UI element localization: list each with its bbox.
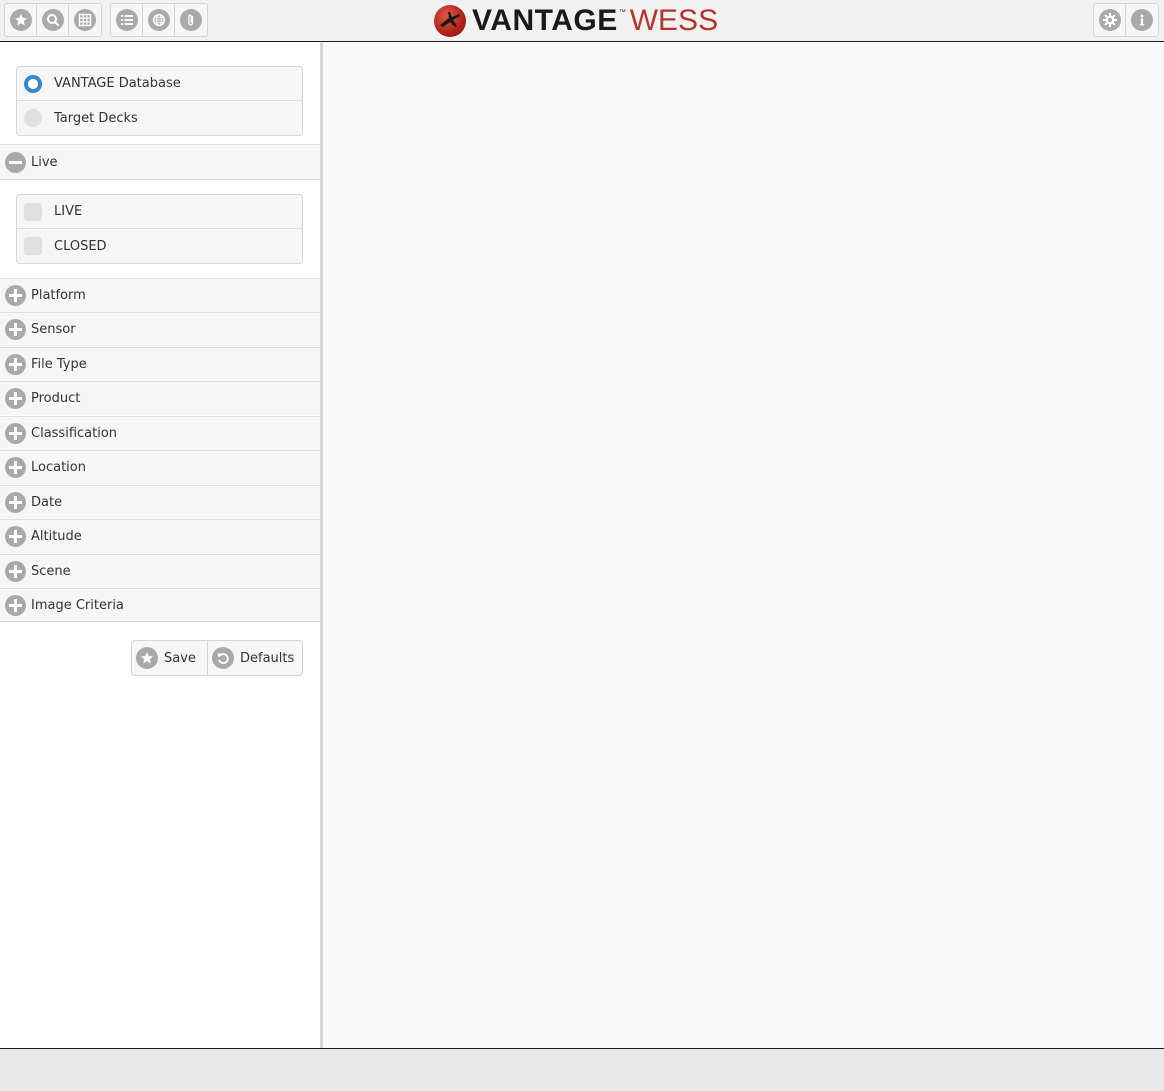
- footer-bar: [0, 1048, 1164, 1091]
- undo-icon: [212, 647, 234, 669]
- section-location[interactable]: Location: [0, 450, 320, 484]
- section-platform[interactable]: Platform: [0, 278, 320, 312]
- grid-icon: [74, 9, 96, 31]
- save-button[interactable]: Save: [132, 641, 208, 675]
- info-button[interactable]: [1126, 4, 1158, 36]
- logo-trademark: ™: [618, 9, 626, 16]
- section-image-criteria[interactable]: Image Criteria: [0, 588, 320, 622]
- expand-icon: [5, 561, 26, 582]
- info-icon: [1131, 9, 1153, 31]
- logo-emblem: [434, 5, 466, 37]
- search-icon: [41, 9, 64, 31]
- radio-unselected-icon: [24, 109, 42, 127]
- grid-view-button[interactable]: [69, 4, 101, 36]
- radio-label: VANTAGE Database: [54, 76, 181, 91]
- section-classification[interactable]: Classification: [0, 416, 320, 450]
- top-toolbar: VANTAGE ™ WESS: [0, 0, 1164, 42]
- list-icon: [115, 9, 138, 31]
- clip-icon: [180, 9, 202, 31]
- checkbox-live[interactable]: LIVE: [17, 195, 302, 229]
- main-content-area: [323, 43, 1164, 1048]
- star-icon: [136, 647, 158, 669]
- section-label: Product: [31, 391, 81, 406]
- search-button[interactable]: [37, 4, 69, 36]
- section-label: Sensor: [31, 322, 76, 337]
- attachments-button[interactable]: [175, 4, 207, 36]
- checkbox-label: LIVE: [54, 204, 83, 219]
- globe-icon: [147, 9, 170, 31]
- expand-icon: [5, 388, 26, 409]
- expand-icon: [5, 492, 26, 513]
- radio-selected-icon: [24, 74, 42, 93]
- section-label: File Type: [31, 357, 87, 372]
- expand-icon: [5, 423, 26, 444]
- app-logo: VANTAGE ™ WESS: [434, 4, 718, 38]
- section-live-header[interactable]: Live: [0, 144, 320, 180]
- section-label: Platform: [31, 288, 86, 303]
- section-sensor[interactable]: Sensor: [0, 312, 320, 346]
- checkbox-label: CLOSED: [54, 238, 107, 254]
- live-checkbox-group: LIVE CLOSED: [16, 194, 303, 264]
- logo-suffix: WESS: [629, 4, 719, 37]
- section-label: Date: [31, 495, 63, 510]
- radio-target-decks[interactable]: Target Decks: [17, 101, 302, 135]
- section-scene[interactable]: Scene: [0, 554, 320, 588]
- logo-name: VANTAGE: [472, 4, 618, 37]
- section-label: Location: [31, 460, 86, 475]
- section-label: Classification: [31, 426, 118, 441]
- map-view-button[interactable]: [143, 4, 175, 36]
- section-label: Altitude: [31, 529, 82, 544]
- defaults-button[interactable]: Defaults: [208, 641, 302, 675]
- radio-label: Target Decks: [54, 110, 138, 126]
- expand-icon: [5, 594, 26, 616]
- star-icon: [9, 9, 32, 31]
- right-tool-group: [1093, 3, 1159, 37]
- settings-button[interactable]: [1094, 4, 1126, 36]
- gear-icon: [1098, 9, 1121, 31]
- expand-icon: [5, 285, 26, 306]
- list-view-button[interactable]: [111, 4, 143, 36]
- checkbox-icon: [24, 202, 42, 221]
- section-label: Live: [31, 154, 58, 170]
- expand-icon: [5, 354, 26, 375]
- filter-sidebar: VANTAGE Database Target Decks Live LIVE …: [0, 43, 323, 1048]
- section-label: Scene: [31, 564, 71, 579]
- left-tool-group: [4, 3, 102, 37]
- expand-icon: [5, 319, 26, 340]
- section-label: Image Criteria: [31, 597, 124, 613]
- checkbox-icon: [24, 237, 42, 255]
- section-product[interactable]: Product: [0, 381, 320, 415]
- section-date[interactable]: Date: [0, 485, 320, 519]
- favorites-button[interactable]: [5, 4, 37, 36]
- save-label: Save: [164, 650, 196, 666]
- checkbox-closed[interactable]: CLOSED: [17, 229, 302, 263]
- section-file-type[interactable]: File Type: [0, 347, 320, 381]
- mid-tool-group: [110, 3, 208, 37]
- defaults-label: Defaults: [240, 650, 295, 666]
- expand-icon: [5, 526, 26, 547]
- source-radio-group: VANTAGE Database Target Decks: [16, 66, 303, 136]
- section-altitude[interactable]: Altitude: [0, 519, 320, 553]
- expand-icon: [5, 457, 26, 478]
- action-button-group: Save Defaults: [131, 640, 303, 676]
- collapse-icon: [5, 151, 26, 173]
- radio-vantage-database[interactable]: VANTAGE Database: [17, 67, 302, 101]
